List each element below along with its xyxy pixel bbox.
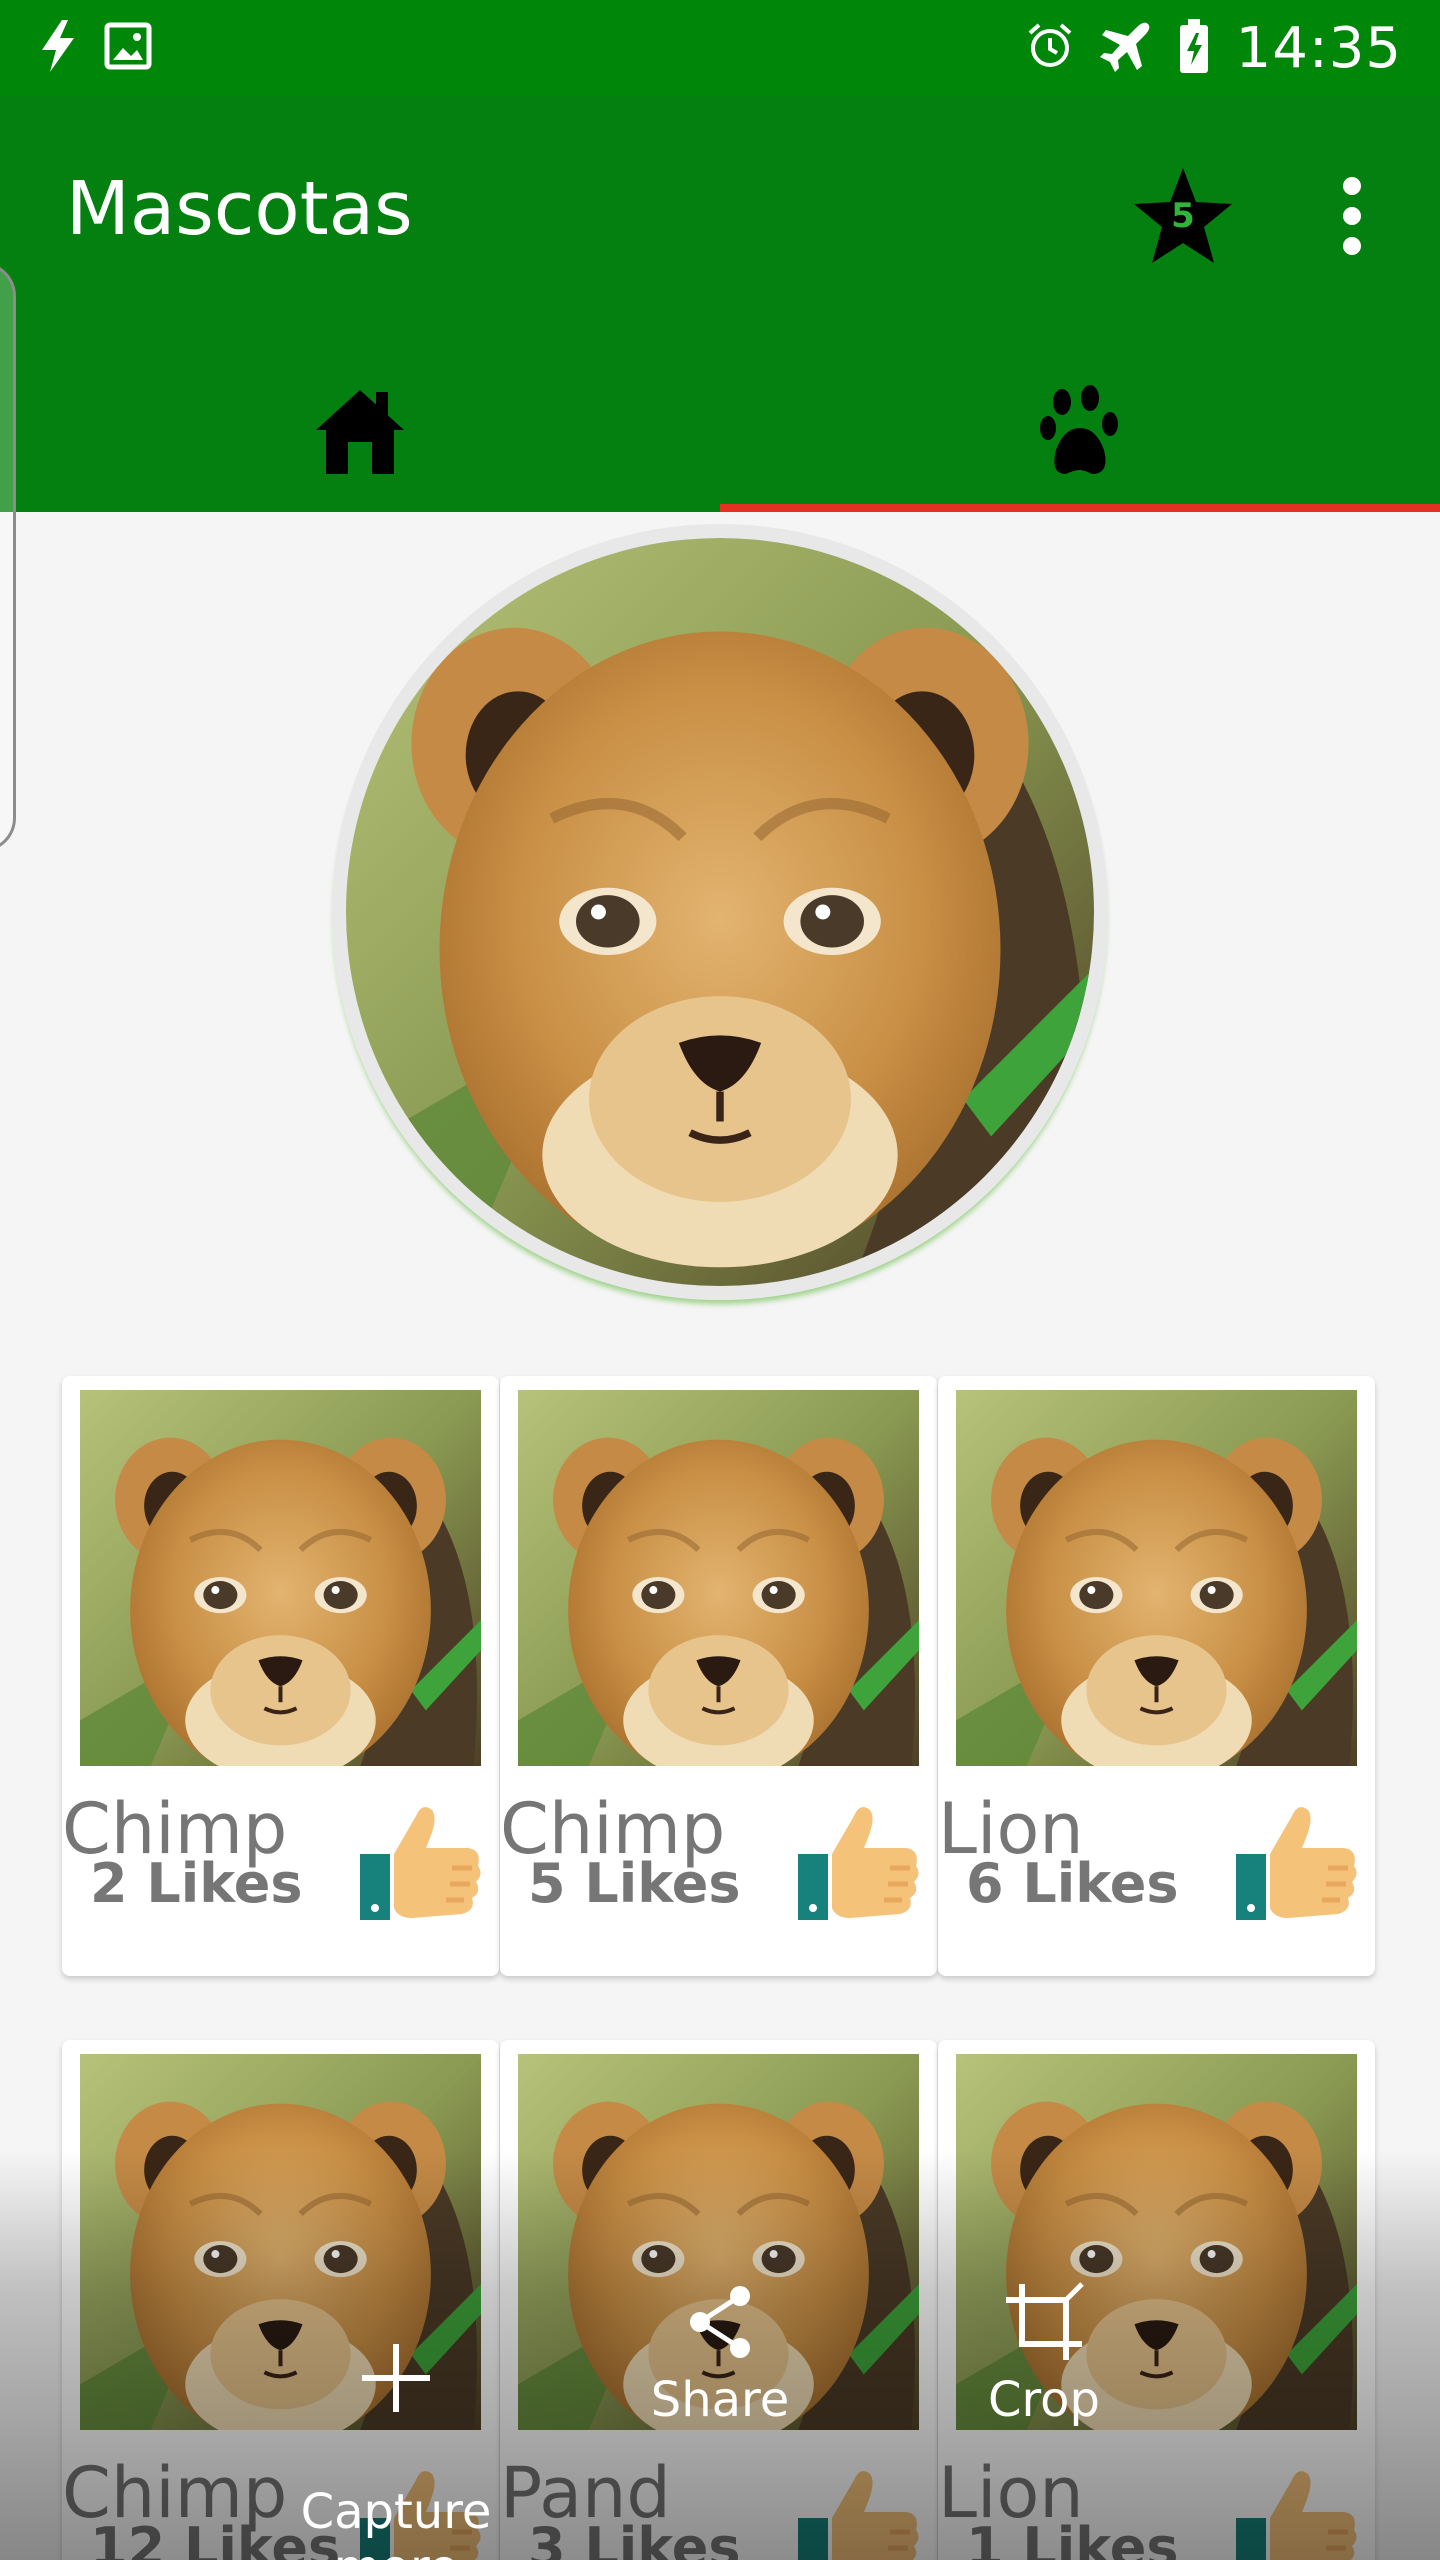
thumbs-up-icon (1232, 1796, 1362, 1926)
tab-pets[interactable] (720, 352, 1440, 512)
share-label: Share (650, 2372, 790, 2428)
plus-icon (362, 2344, 430, 2412)
pet-likes: 2 Likes (90, 1852, 303, 1915)
capture-more-label: Capture more (300, 2484, 492, 2560)
home-icon (316, 390, 404, 474)
more-vert-icon (1343, 177, 1361, 255)
edge-panel-handle[interactable] (0, 262, 16, 852)
status-time: 14:35 (1235, 15, 1402, 81)
thumbs-up-icon (794, 2460, 924, 2560)
tab-indicator (720, 504, 1440, 512)
paw-icon (1040, 385, 1118, 474)
crop-icon (1006, 2282, 1084, 2360)
share-button[interactable]: Share (620, 2280, 820, 2428)
like-button[interactable] (356, 1796, 486, 1926)
pet-likes: 6 Likes (966, 1852, 1179, 1915)
pet-likes: 1 Likes (966, 2516, 1179, 2560)
airplane-icon (1099, 20, 1152, 77)
battery-icon (1178, 18, 1210, 78)
pet-likes: 3 Likes (528, 2516, 741, 2560)
status-bar: 14:35 (0, 0, 1440, 96)
charging-bolt-icon (38, 19, 78, 77)
status-right-icons: 14:35 (1026, 16, 1402, 81)
crop-button[interactable]: Crop (944, 2280, 1144, 2428)
thumbs-up-icon (794, 1796, 924, 1926)
overflow-menu-button[interactable] (1320, 166, 1384, 266)
like-button[interactable] (794, 1796, 924, 1926)
tab-bar (0, 352, 1440, 512)
pet-photo (518, 1390, 919, 1766)
pet-card[interactable]: Chimp 5 Likes (500, 1376, 937, 1976)
app-bar: Mascotas 5 (0, 96, 1440, 512)
tab-home[interactable] (0, 352, 720, 512)
lion-cub-image (346, 538, 1094, 1286)
favorites-count: 5 (1171, 196, 1195, 236)
pet-photo (956, 1390, 1357, 1766)
capture-more-button[interactable]: Capture more (296, 2280, 496, 2560)
like-button[interactable] (1232, 2460, 1362, 2560)
pet-photo (80, 1390, 481, 1766)
thumbs-up-icon (1232, 2460, 1362, 2560)
alarm-icon (1026, 22, 1074, 75)
app-title: Mascotas (66, 166, 413, 252)
profile-photo (332, 524, 1108, 1300)
share-icon (690, 2286, 750, 2358)
pet-card[interactable]: Lion 6 Likes (938, 1376, 1375, 1976)
image-icon (104, 22, 152, 75)
crop-label: Crop (987, 2372, 1101, 2428)
favorites-button[interactable]: 5 (1130, 164, 1236, 270)
thumbs-up-icon (356, 1796, 486, 1926)
pet-likes: 5 Likes (528, 1852, 741, 1915)
like-button[interactable] (794, 2460, 924, 2560)
like-button[interactable] (1232, 1796, 1362, 1926)
status-left-icons (38, 19, 152, 77)
pet-card[interactable]: Chimp 2 Likes (62, 1376, 499, 1976)
